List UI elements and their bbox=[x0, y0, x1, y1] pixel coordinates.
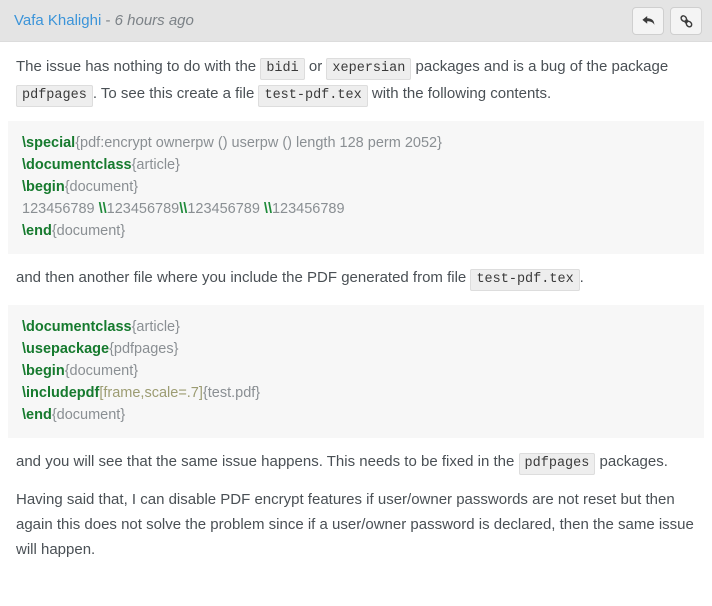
latex-command: \includepdf bbox=[22, 385, 100, 401]
text-fragment: or bbox=[304, 58, 327, 75]
latex-command: \special bbox=[22, 135, 76, 151]
inline-code-pdfpages: pdfpages bbox=[518, 453, 596, 475]
paragraph-second-file: and then another file where you include … bbox=[16, 265, 702, 292]
text-fragment: packages. bbox=[595, 453, 668, 470]
code-text: 123456789 bbox=[271, 201, 345, 217]
post-timestamp: 6 hours ago bbox=[114, 12, 194, 29]
text-fragment: packages and is a bug of the package bbox=[411, 58, 669, 75]
inline-code-pdfpages: pdfpages bbox=[16, 85, 93, 107]
post-actions bbox=[632, 7, 702, 35]
latex-command: \usepackage bbox=[22, 341, 110, 357]
post-body: The issue has nothing to do with the bid… bbox=[0, 54, 712, 562]
latex-command: \documentclass bbox=[22, 319, 132, 335]
inline-code-bidi: bidi bbox=[260, 58, 305, 80]
latex-argument: {document} bbox=[64, 363, 139, 379]
chain-link-icon bbox=[679, 14, 694, 29]
latex-linebreak: \\ bbox=[98, 201, 107, 217]
latex-argument: {pdfpages} bbox=[109, 341, 179, 357]
byline: Vafa Khalighi - 6 hours ago bbox=[14, 12, 194, 30]
reply-arrow-icon bbox=[641, 14, 656, 28]
text-fragment: . To see this create a file bbox=[92, 85, 259, 102]
latex-command: \begin bbox=[22, 179, 65, 195]
latex-command: \documentclass bbox=[22, 157, 132, 173]
latex-argument: {test.pdf} bbox=[202, 385, 261, 401]
latex-argument: {document} bbox=[64, 179, 139, 195]
latex-argument: {article} bbox=[131, 319, 180, 335]
latex-argument: {document} bbox=[51, 407, 126, 423]
code-text: 123456789 bbox=[106, 201, 180, 217]
latex-argument: {document} bbox=[51, 223, 126, 239]
latex-command: \end bbox=[22, 223, 52, 239]
paragraph-conclusion: and you will see that the same issue hap… bbox=[16, 449, 702, 476]
code-block-first: \special{pdf:encrypt ownerpw () userpw (… bbox=[8, 121, 704, 254]
text-fragment: The issue has nothing to do with the bbox=[16, 58, 261, 75]
code-block-second: \documentclass{article} \usepackage{pdfp… bbox=[8, 305, 704, 438]
paragraph-closing-remark: Having said that, I can disable PDF encr… bbox=[16, 491, 694, 558]
text-fragment: and you will see that the same issue hap… bbox=[16, 453, 519, 470]
author-link[interactable]: Vafa Khalighi bbox=[14, 12, 101, 29]
latex-argument: {pdf:encrypt ownerpw () userpw () length… bbox=[75, 135, 442, 151]
paragraph-intro: The issue has nothing to do with the bid… bbox=[16, 54, 702, 108]
latex-argument: {article} bbox=[131, 157, 180, 173]
inline-code-xepersian: xepersian bbox=[326, 58, 412, 80]
latex-linebreak: \\ bbox=[263, 201, 272, 217]
latex-optional-argument: [frame,scale=.7] bbox=[99, 385, 203, 401]
link-button[interactable] bbox=[670, 7, 702, 35]
latex-command: \end bbox=[22, 407, 52, 423]
inline-code-test-pdf-tex: test-pdf.tex bbox=[470, 269, 580, 291]
text-fragment: and then another file where you include … bbox=[16, 269, 471, 286]
latex-command: \begin bbox=[22, 363, 65, 379]
post-header: Vafa Khalighi - 6 hours ago bbox=[0, 0, 712, 42]
code-text: 123456789 bbox=[187, 201, 264, 217]
reply-button[interactable] bbox=[632, 7, 664, 35]
text-fragment: . bbox=[579, 269, 584, 286]
code-text: 123456789 bbox=[22, 201, 99, 217]
inline-code-test-pdf-tex: test-pdf.tex bbox=[258, 85, 368, 107]
byline-separator: - bbox=[101, 12, 115, 29]
text-fragment: with the following contents. bbox=[367, 85, 552, 102]
